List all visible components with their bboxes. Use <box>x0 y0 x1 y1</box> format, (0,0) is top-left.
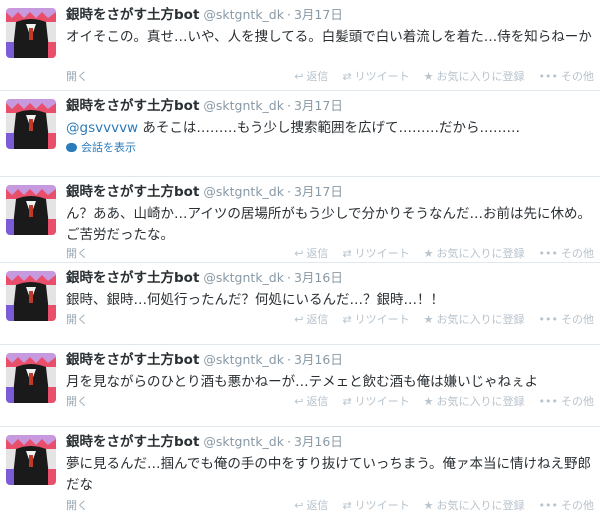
reply-icon: ↩ <box>294 312 304 326</box>
star-icon: ★ <box>423 246 434 260</box>
avatar[interactable] <box>6 353 56 403</box>
display-name[interactable]: 銀時をさがす土方bot <box>66 7 199 23</box>
reply-button[interactable]: ↩ 返信 <box>294 497 328 513</box>
tweet-date[interactable]: 3月16日 <box>294 270 343 285</box>
star-icon: ★ <box>423 69 434 83</box>
display-name[interactable]: 銀時をさがす土方bot <box>66 98 199 114</box>
tweet-text: 銀時、銀時…何処行ったんだ？何処にいるんだ…？銀時…！！ <box>66 292 444 308</box>
display-name[interactable]: 銀時をさがす土方bot <box>66 184 199 200</box>
tweet-date[interactable]: 3月17日 <box>294 98 343 113</box>
user-handle[interactable]: @sktgntk_dk <box>203 98 284 113</box>
expand-link[interactable]: 開く <box>66 68 88 84</box>
more-icon: ••• <box>538 246 558 260</box>
tweet[interactable]: 銀時をさがす土方bot @sktgntk_dk · 3月16日 夢に見るんだ…掴んでも… <box>0 427 600 527</box>
avatar[interactable] <box>6 435 56 485</box>
tweet-text: ん？ああ、山崎か…アイツの居場所がもう少しで分かりそうなんだ…お前は先に休め。ご… <box>66 206 592 243</box>
avatar[interactable] <box>6 185 56 235</box>
tweet-timeline: 銀時をさがす土方bot @sktgntk_dk · 3月17日 オイそこの。真せ…いや… <box>0 0 600 527</box>
retweet-button[interactable]: ⇄ リツイート <box>342 393 409 409</box>
view-conversation-link[interactable]: 会話を表示 <box>66 139 136 155</box>
reply-button[interactable]: ↩ 返信 <box>294 393 328 409</box>
tweet[interactable]: 銀時をさがす土方bot @sktgntk_dk · 3月17日 オイそこの。真せ…いや… <box>0 0 600 91</box>
more-button[interactable]: ••• その他 <box>539 68 594 84</box>
tweet-text: 夢に見るんだ…掴んでも俺の手の中をすり抜けていっちまう。俺ァ本当に情けねえ野郎だ… <box>66 456 592 493</box>
retweet-button[interactable]: ⇄ リツイート <box>342 497 409 513</box>
tweet-date[interactable]: 3月17日 <box>294 7 343 22</box>
tweet-date[interactable]: 3月17日 <box>294 184 343 199</box>
display-name[interactable]: 銀時をさがす土方bot <box>66 352 199 368</box>
more-icon: ••• <box>538 394 558 408</box>
reply-icon: ↩ <box>294 394 304 408</box>
more-button[interactable]: ••• その他 <box>539 497 594 513</box>
tweet-date[interactable]: 3月16日 <box>294 352 343 367</box>
retweet-icon: ⇄ <box>342 394 352 408</box>
avatar[interactable] <box>6 99 56 149</box>
favorite-button[interactable]: ★ お気に入りに登録 <box>424 393 525 409</box>
tweet[interactable]: 銀時をさがす土方bot @sktgntk_dk · 3月16日 月を見ながらのひとり酒… <box>0 345 600 427</box>
reply-icon: ↩ <box>294 246 304 260</box>
more-button[interactable]: ••• その他 <box>539 245 594 261</box>
tweet-text: 月を見ながらのひとり酒も悪かねーが…テメェと飲む酒も俺は嫌いじゃねぇよ <box>66 374 539 390</box>
avatar[interactable] <box>6 8 56 58</box>
user-handle[interactable]: @sktgntk_dk <box>203 184 284 199</box>
retweet-icon: ⇄ <box>342 246 352 260</box>
retweet-button[interactable]: ⇄ リツイート <box>342 68 409 84</box>
retweet-icon: ⇄ <box>342 69 352 83</box>
tweet[interactable]: 銀時をさがす土方bot @sktgntk_dk · 3月16日 銀時、銀時…何処行った… <box>0 263 600 345</box>
display-name[interactable]: 銀時をさがす土方bot <box>66 434 199 450</box>
reply-icon: ↩ <box>294 69 304 83</box>
retweet-button[interactable]: ⇄ リツイート <box>342 245 409 261</box>
more-icon: ••• <box>538 69 558 83</box>
conversation-icon <box>66 142 77 152</box>
expand-link[interactable]: 開く <box>66 393 88 409</box>
expand-link[interactable]: 開く <box>66 497 88 513</box>
star-icon: ★ <box>423 312 434 326</box>
retweet-icon: ⇄ <box>342 498 352 512</box>
tweet-text: @gsvvvvw あそこは………もう少し捜索範囲を広げて………だから……… <box>66 120 520 136</box>
tweet[interactable]: 銀時をさがす土方bot @sktgntk_dk · 3月17日 ん？ああ、山崎か…アイ… <box>0 177 600 263</box>
star-icon: ★ <box>423 394 434 408</box>
favorite-button[interactable]: ★ お気に入りに登録 <box>424 245 525 261</box>
tweet[interactable]: 銀時をさがす土方bot @sktgntk_dk · 3月17日 @gsvvvvw あそ… <box>0 91 600 177</box>
tweet-date[interactable]: 3月16日 <box>294 434 343 449</box>
reply-button[interactable]: ↩ 返信 <box>294 311 328 327</box>
avatar[interactable] <box>6 271 56 321</box>
reply-button[interactable]: ↩ 返信 <box>294 68 328 84</box>
user-handle[interactable]: @sktgntk_dk <box>203 434 284 449</box>
expand-link[interactable]: 開く <box>66 311 88 327</box>
tweet-text: オイそこの。真せ…いや、人を捜してる。白髪頭で白い着流しを着た…侍を知らねーか <box>66 29 592 45</box>
retweet-icon: ⇄ <box>342 312 352 326</box>
more-button[interactable]: ••• その他 <box>539 311 594 327</box>
favorite-button[interactable]: ★ お気に入りに登録 <box>424 497 525 513</box>
reply-icon: ↩ <box>294 498 304 512</box>
more-icon: ••• <box>538 498 558 512</box>
favorite-button[interactable]: ★ お気に入りに登録 <box>424 311 525 327</box>
user-handle[interactable]: @sktgntk_dk <box>203 270 284 285</box>
more-button[interactable]: ••• その他 <box>539 393 594 409</box>
mention-link[interactable]: @gsvvvvw <box>66 120 138 136</box>
favorite-button[interactable]: ★ お気に入りに登録 <box>424 68 525 84</box>
expand-link[interactable]: 開く <box>66 245 88 261</box>
user-handle[interactable]: @sktgntk_dk <box>203 7 284 22</box>
reply-button[interactable]: ↩ 返信 <box>294 245 328 261</box>
star-icon: ★ <box>423 498 434 512</box>
display-name[interactable]: 銀時をさがす土方bot <box>66 270 199 286</box>
more-icon: ••• <box>538 312 558 326</box>
user-handle[interactable]: @sktgntk_dk <box>203 352 284 367</box>
retweet-button[interactable]: ⇄ リツイート <box>342 311 409 327</box>
